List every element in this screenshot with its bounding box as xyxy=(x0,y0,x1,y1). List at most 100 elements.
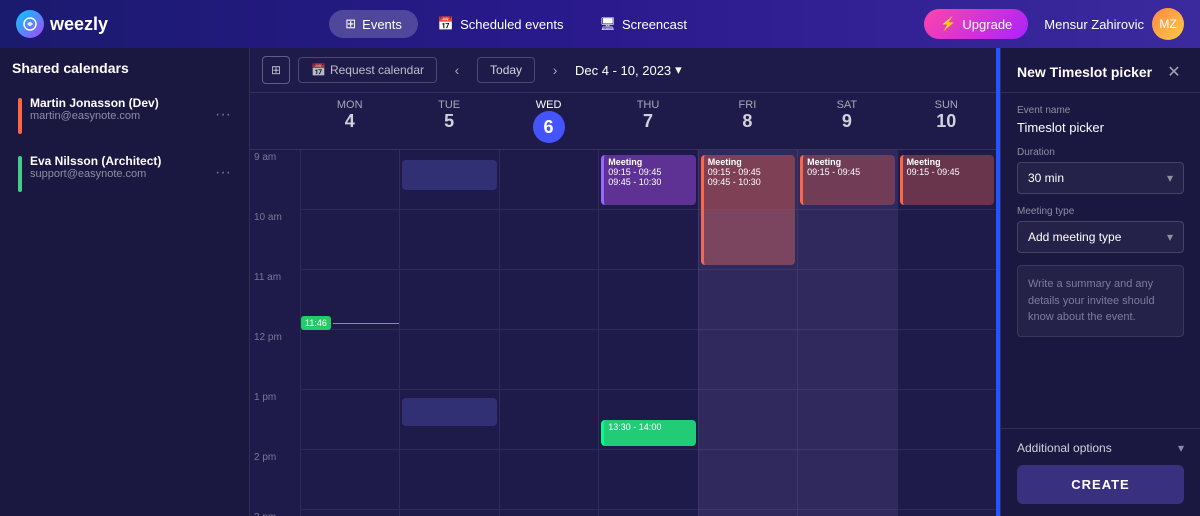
right-panel: New Timeslot picker ✕ Event name Timeslo… xyxy=(1000,48,1200,516)
cell-tue-9[interactable] xyxy=(399,150,498,210)
cell-mon-10[interactable] xyxy=(300,210,399,270)
cell-tue-3[interactable] xyxy=(399,510,498,516)
cell-sun-3[interactable] xyxy=(897,510,996,516)
calendar-item-left: Martin Jonasson (Dev) martin@easynote.co… xyxy=(18,96,159,134)
event-tue-1pm[interactable] xyxy=(402,398,496,426)
cell-sun-12[interactable] xyxy=(897,330,996,390)
cell-wed-9[interactable] xyxy=(499,150,598,210)
cell-sun-9[interactable]: Meeting 09:15 - 09:45 xyxy=(897,150,996,210)
cell-tue-11[interactable] xyxy=(399,270,498,330)
cell-tue-1[interactable] xyxy=(399,390,498,450)
chevron-down-icon: ▾ xyxy=(1167,171,1173,185)
calendar-options-button[interactable]: ··· xyxy=(215,106,231,124)
screencast-nav-button[interactable]: 🖥 Screencast xyxy=(583,10,703,38)
cell-mon-12[interactable] xyxy=(300,330,399,390)
cell-thu-2[interactable] xyxy=(598,450,697,510)
calendar-item-left: Eva Nilsson (Architect) support@easynote… xyxy=(18,154,161,192)
create-button[interactable]: CREATE xyxy=(1017,465,1184,504)
cell-tue-12[interactable] xyxy=(399,330,498,390)
grid-view-button[interactable]: ⊞ xyxy=(262,56,290,84)
meeting-type-group: Meeting type Add meeting type ▾ xyxy=(1017,206,1184,253)
today-button[interactable]: Today xyxy=(477,57,535,83)
calendar-color-indicator xyxy=(18,98,22,134)
event-thu-afternoon[interactable]: 13:30 - 14:00 xyxy=(601,420,695,446)
date-range-selector[interactable]: Dec 4 - 10, 2023 ▾ xyxy=(575,62,682,78)
scheduled-events-nav-button[interactable]: 📅 Scheduled events xyxy=(422,10,580,38)
cell-fri-12[interactable] xyxy=(698,330,797,390)
cell-fri-1[interactable] xyxy=(698,390,797,450)
cell-wed-11[interactable] xyxy=(499,270,598,330)
logo-icon xyxy=(16,10,44,38)
cell-fri-11[interactable] xyxy=(698,270,797,330)
cell-tue-10[interactable] xyxy=(399,210,498,270)
panel-footer: Additional options ▾ CREATE xyxy=(1001,428,1200,516)
cell-sat-2[interactable] xyxy=(797,450,896,510)
upgrade-button[interactable]: ⚡ Upgrade xyxy=(924,9,1028,39)
cell-mon-2[interactable] xyxy=(300,450,399,510)
events-nav-button[interactable]: ⊞ Events xyxy=(329,10,418,38)
calendar-options-button[interactable]: ··· xyxy=(215,164,231,182)
request-calendar-button[interactable]: 📅 Request calendar xyxy=(298,57,437,83)
event-sun-morning[interactable]: Meeting 09:15 - 09:45 xyxy=(900,155,994,205)
calendar-item-eva[interactable]: Eva Nilsson (Architect) support@easynote… xyxy=(12,146,237,200)
cell-sat-3[interactable] xyxy=(797,510,896,516)
cell-sun-2[interactable] xyxy=(897,450,996,510)
cell-mon-1[interactable] xyxy=(300,390,399,450)
main-content: Shared calendars Martin Jonasson (Dev) m… xyxy=(0,48,1200,516)
cell-mon-11[interactable]: 11:46 xyxy=(300,270,399,330)
lightning-icon: ⚡ xyxy=(940,16,956,32)
close-button[interactable]: ✕ xyxy=(1164,62,1184,82)
prev-week-button[interactable]: ‹ xyxy=(445,58,469,82)
event-thu-morning[interactable]: Meeting 09:15 - 09:45 09:45 - 10:30 xyxy=(601,155,695,205)
cell-mon-3[interactable] xyxy=(300,510,399,516)
app-logo[interactable]: weezly xyxy=(16,10,108,38)
next-week-button[interactable]: › xyxy=(543,58,567,82)
cell-sun-1[interactable] xyxy=(897,390,996,450)
calendar-item-martin[interactable]: Martin Jonasson (Dev) martin@easynote.co… xyxy=(12,88,237,142)
event-name-label: Event name xyxy=(1017,105,1184,116)
event-name-group: Event name Timeslot picker xyxy=(1017,105,1184,135)
cell-thu-9[interactable]: Meeting 09:15 - 09:45 09:45 - 10:30 xyxy=(598,150,697,210)
user-info[interactable]: Mensur Zahirovic MZ xyxy=(1044,8,1184,40)
cell-fri-3[interactable] xyxy=(698,510,797,516)
day-header-wed: WED6 xyxy=(499,93,598,149)
meeting-type-label: Meeting type xyxy=(1017,206,1184,217)
cell-sat-12[interactable] xyxy=(797,330,896,390)
cell-thu-3[interactable] xyxy=(598,510,697,516)
event-name-value[interactable]: Timeslot picker xyxy=(1017,120,1184,135)
cell-sun-10[interactable] xyxy=(897,210,996,270)
duration-select[interactable]: 30 min ▾ xyxy=(1017,162,1184,194)
cell-sat-10[interactable] xyxy=(797,210,896,270)
cell-fri-2[interactable] xyxy=(698,450,797,510)
cell-fri-9[interactable]: Meeting 09:15 - 09:45 09:45 - 10:30 xyxy=(698,150,797,210)
panel-body: Event name Timeslot picker Duration 30 m… xyxy=(1001,93,1200,428)
cell-thu-11[interactable] xyxy=(598,270,697,330)
calendar-email: martin@easynote.com xyxy=(30,110,159,122)
cell-mon-9[interactable] xyxy=(300,150,399,210)
cell-wed-3[interactable] xyxy=(499,510,598,516)
nav-center: ⊞ Events 📅 Scheduled events 🖥 Screencast xyxy=(124,10,908,38)
meeting-type-select[interactable]: Add meeting type ▾ xyxy=(1017,221,1184,253)
cell-wed-10[interactable] xyxy=(499,210,598,270)
event-sat-morning[interactable]: Meeting 09:15 - 09:45 xyxy=(800,155,894,205)
panel-header: New Timeslot picker ✕ xyxy=(1001,48,1200,93)
cell-tue-2[interactable] xyxy=(399,450,498,510)
calendar-grid[interactable]: MON4 TUE5 WED6 THU7 FRI8 SAT9 SU xyxy=(250,93,996,516)
additional-options-toggle[interactable]: Additional options ▾ xyxy=(1017,441,1184,455)
description-textarea[interactable]: Write a summary and any details your inv… xyxy=(1017,265,1184,337)
cell-sat-11[interactable] xyxy=(797,270,896,330)
time-label-10am: 10 am xyxy=(250,210,300,270)
event-tue-9[interactable] xyxy=(402,160,496,190)
cell-wed-1[interactable] xyxy=(499,390,598,450)
cell-thu-12[interactable] xyxy=(598,330,697,390)
cell-sat-9[interactable]: Meeting 09:15 - 09:45 xyxy=(797,150,896,210)
cell-sat-1[interactable] xyxy=(797,390,896,450)
cell-sun-11[interactable] xyxy=(897,270,996,330)
sidebar: Shared calendars Martin Jonasson (Dev) m… xyxy=(0,48,250,516)
cell-wed-12[interactable] xyxy=(499,330,598,390)
cell-thu-10[interactable] xyxy=(598,210,697,270)
calendar-color-indicator xyxy=(18,156,22,192)
cell-thu-1[interactable]: 13:30 - 14:00 xyxy=(598,390,697,450)
cell-wed-2[interactable] xyxy=(499,450,598,510)
cell-fri-10[interactable] xyxy=(698,210,797,270)
